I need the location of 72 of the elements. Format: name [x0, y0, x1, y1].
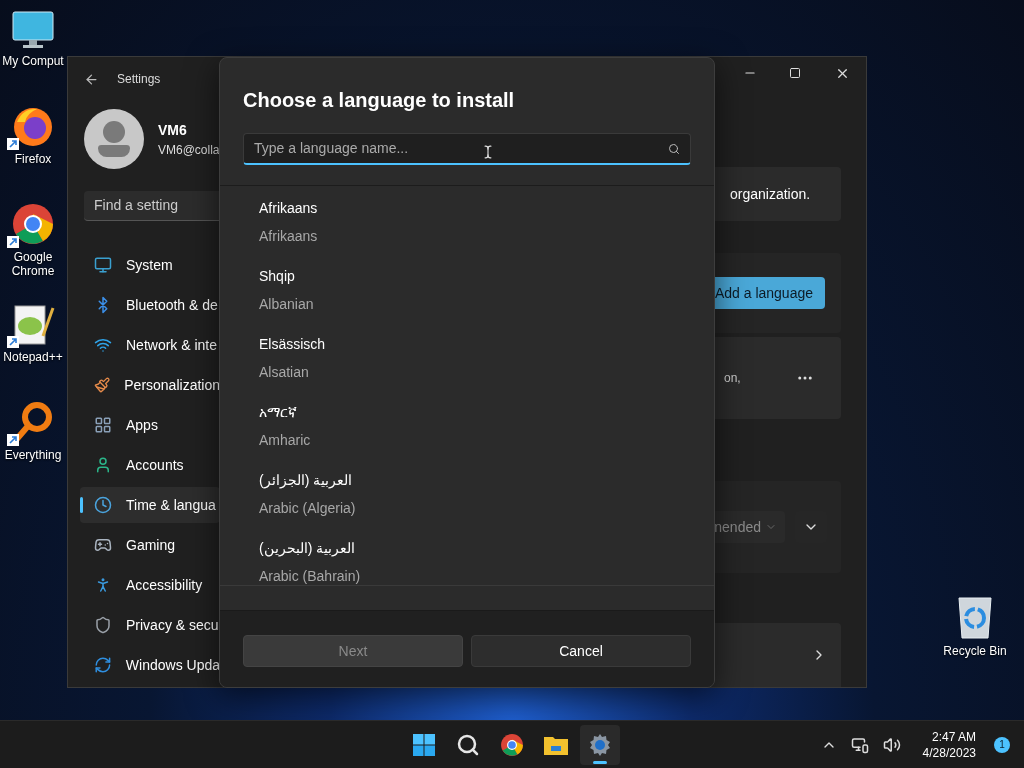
english-name: Arabic (Algeria) [259, 499, 356, 518]
english-name: Albanian [259, 295, 314, 314]
english-name: Amharic [259, 431, 311, 450]
nav-item[interactable]: Accounts [80, 447, 220, 483]
dialog-title: Choose a language to install [243, 88, 516, 113]
native-name: Shqip [259, 267, 295, 286]
english-name: Arabic (Bahrain) [259, 567, 361, 585]
person-icon [94, 456, 112, 474]
language-card-text: on, [724, 370, 742, 387]
wifi-icon [94, 336, 112, 354]
user-name: VM6 [158, 120, 188, 140]
native-name: Elsässisch [259, 335, 326, 354]
volume-icon[interactable] [882, 735, 901, 754]
desktop-icon-label[interactable]: Recycle Bin [943, 644, 1007, 658]
desktop-icon-label[interactable]: My Comput [2, 54, 64, 68]
nav-item[interactable]: Privacy & secu [80, 607, 220, 643]
cancel-button[interactable]: Cancel [471, 635, 691, 667]
english-name: Alsatian [259, 363, 309, 382]
language-item[interactable]: Afrikaans Afrikaans [220, 198, 714, 266]
native-name: አማርኛ [259, 403, 297, 422]
shortcut-arrow-icon [7, 434, 19, 446]
nav-item[interactable]: Windows Upda [80, 647, 220, 683]
selection-indicator [80, 497, 83, 513]
notification-badge[interactable]: 1 [994, 736, 1010, 753]
browser-icon [500, 732, 524, 757]
network-icon[interactable] [850, 735, 869, 754]
desktop-icon-label[interactable]: Google Chrome [0, 250, 66, 278]
gamepad-icon [94, 536, 112, 554]
user-email: VM6@colla [158, 141, 220, 159]
clock-time[interactable]: 2:47 AM [931, 728, 976, 745]
nav-item[interactable]: Accessibility [80, 567, 220, 603]
notepad-icon [11, 302, 55, 346]
language-search-field[interactable]: Type a language name... [243, 133, 691, 165]
language-item[interactable]: Elsässisch Alsatian [220, 334, 714, 402]
nav-item[interactable]: Time & langua [80, 487, 220, 523]
nav-item[interactable]: Bluetooth & de [80, 287, 220, 323]
shortcut-arrow-icon [7, 138, 19, 150]
shortcut-arrow-icon [7, 236, 19, 248]
english-name: Afrikaans [259, 227, 318, 246]
monitor-icon [11, 10, 55, 50]
native-name: Afrikaans [259, 199, 318, 218]
recycle-bin-icon [955, 596, 995, 640]
language-item[interactable]: አማርኛ Amharic [220, 402, 714, 470]
nav-item[interactable]: Personalization [80, 367, 220, 403]
desktop-icon-label[interactable]: Everything [4, 448, 62, 462]
search-icon [456, 732, 480, 757]
close-icon[interactable] [835, 66, 850, 81]
search-field[interactable]: Find a setting [84, 191, 220, 221]
native-name: العربية (الجزائر) [259, 471, 353, 490]
shield-icon [94, 616, 112, 634]
update-icon [94, 656, 112, 674]
window-title: Settings [117, 71, 161, 89]
nav-item[interactable]: Gaming [80, 527, 220, 563]
clock-date[interactable]: 4/28/2023 [922, 744, 976, 761]
taskbar-app[interactable] [580, 724, 620, 765]
browser-icon [11, 202, 55, 246]
gear-icon [588, 732, 612, 757]
brush-icon [94, 376, 111, 394]
desktop-icon-label[interactable]: Notepad++ [3, 350, 63, 364]
windows-logo-icon [412, 732, 436, 757]
search-icon [668, 142, 680, 155]
desktop-icon-label[interactable]: Firefox [14, 152, 52, 166]
shortcut-arrow-icon [7, 336, 19, 348]
apps-icon [94, 416, 112, 434]
nav-item[interactable]: Apps [80, 407, 220, 443]
monitor-icon [94, 256, 112, 274]
nav-item[interactable]: System [80, 247, 220, 283]
native-name: العربية (البحرين) [259, 539, 356, 558]
running-indicator [593, 760, 607, 764]
maximize-icon[interactable] [789, 67, 801, 79]
info-text: organization. [730, 184, 811, 204]
nav-item[interactable]: Network & inte [80, 327, 220, 363]
